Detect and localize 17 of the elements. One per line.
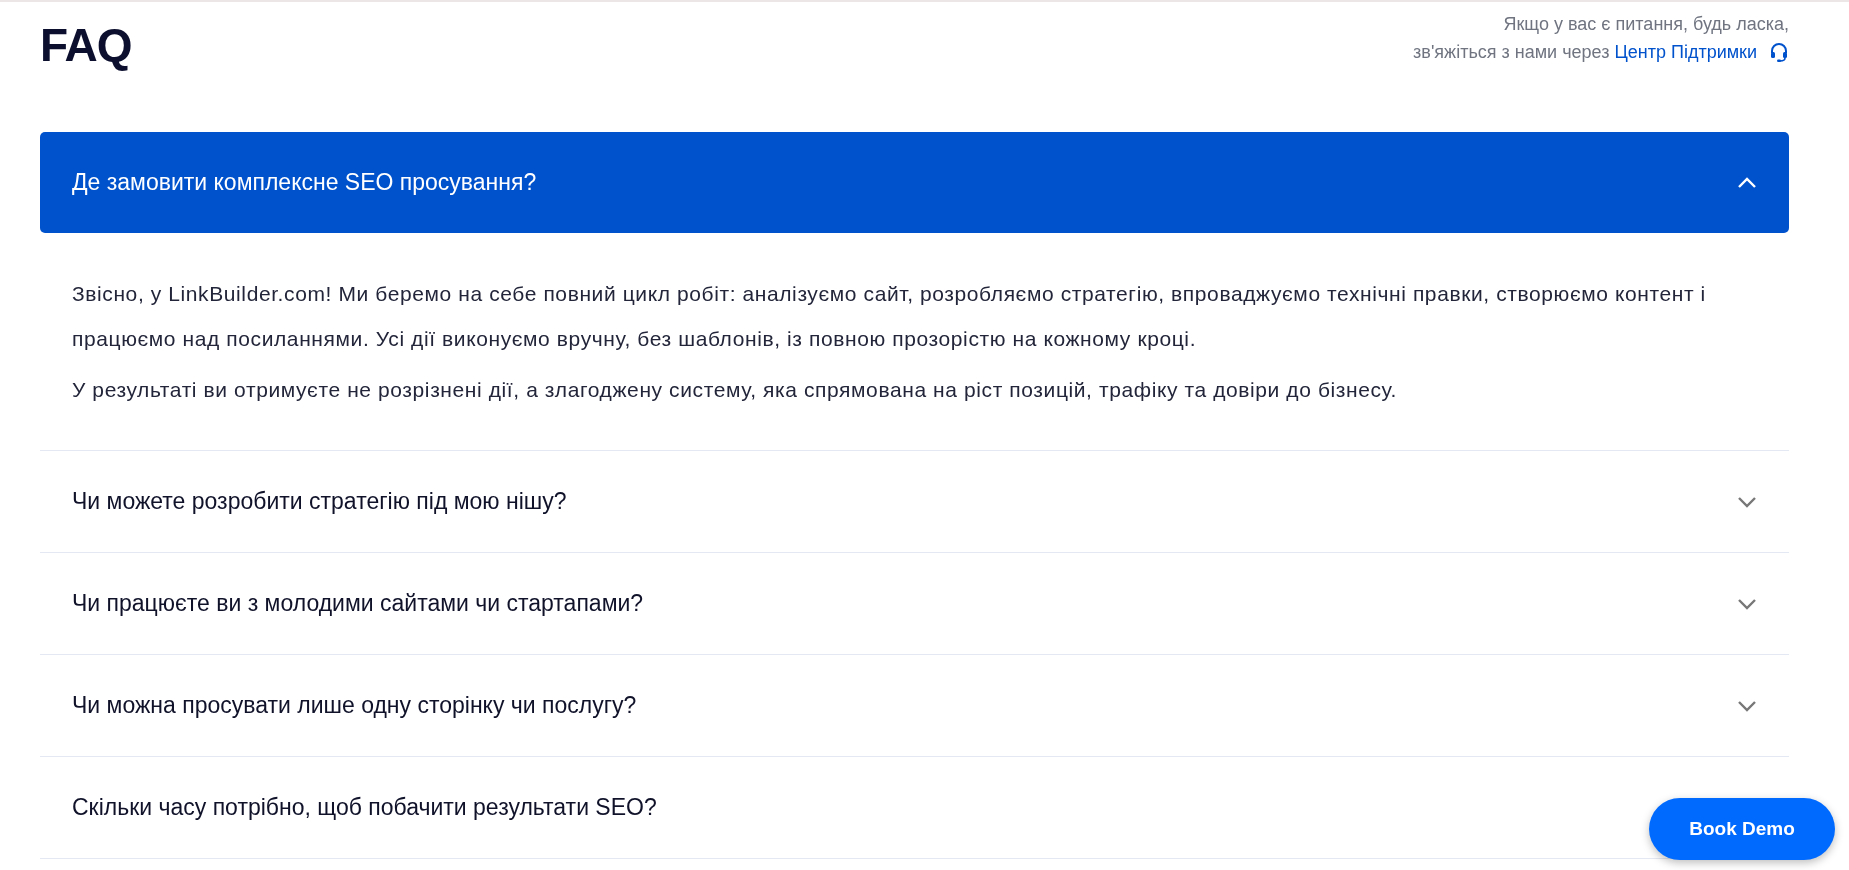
question-header[interactable]: Де замовити комплексне SEO просування? [40,132,1789,233]
question-text[interactable]: Чи працюєте ви з молодими сайтами чи стартапами? [72,590,644,617]
faq-heading: FAQ [40,18,132,72]
chevron-down-icon[interactable] [1737,597,1757,610]
support-center-link[interactable]: Центр Підтримки [1614,38,1757,66]
answer-paragraph: У результаті ви отримуєте не розрізнені дії, а злагоджену систему, яка спрямована на ріст позицій, трафіку та довіри до бізнесу. [72,377,1399,403]
chevron-down-icon[interactable] [1737,699,1757,712]
book-demo-button[interactable]: Book Demo [1649,798,1835,860]
headset-icon[interactable] [1769,42,1789,62]
question-text[interactable]: Скільки часу потрібно, щоб побачити результати SEO? [72,794,657,821]
support-text: Якщо у вас є питання, будь ласка, [1503,13,1789,36]
chevron-down-icon[interactable] [1737,495,1757,508]
question-text[interactable]: Чи можете розробити стратегію під мою нішу? [72,488,567,515]
question-text[interactable]: Чи можна просувати лише одну сторінку чи послугу? [72,692,637,719]
answer-paragraph: Звісно, у LinkBuilder.com! Ми беремо на себе повний цикл робіт: аналізуємо сайт, розробляємо стратегію, впроваджуємо технічні правки, створюємо контент і працюємо над посиланнями. Усі дії виконуємо вручну, без шаблонів, із повною прозорістю на кожному кроці. [72,281,1707,352]
support-text: зв'яжіться з нами через [1413,41,1611,64]
chevron-up-icon[interactable] [1737,176,1757,189]
